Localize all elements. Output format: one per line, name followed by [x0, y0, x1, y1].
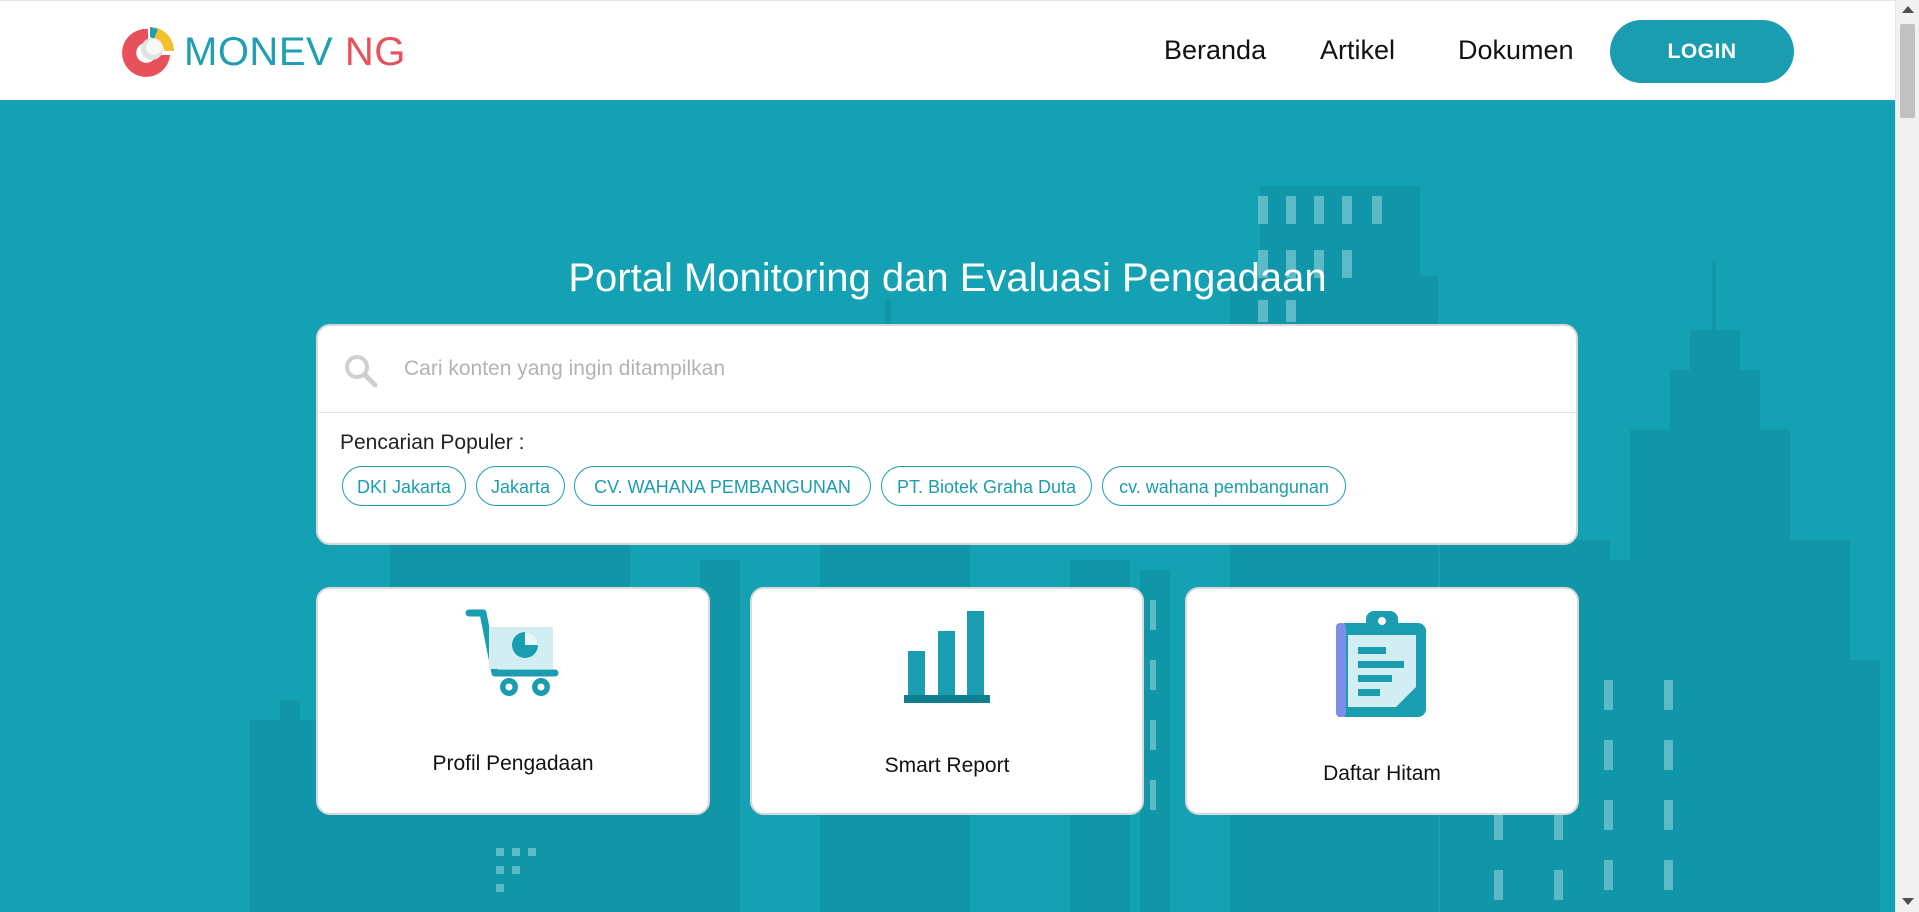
card-daftar-hitam[interactable]: Daftar Hitam [1185, 587, 1579, 815]
tag-cv-wahana-pembangunan-lower[interactable]: cv. wahana pembangunan [1102, 466, 1346, 506]
card-profil-pengadaan[interactable]: Profil Pengadaan [316, 587, 710, 815]
top-navbar: MONEV NG Beranda Artikel Dokumen LOGIN [0, 0, 1895, 101]
search-input[interactable] [402, 346, 1546, 392]
vertical-scrollbar[interactable] [1895, 0, 1919, 912]
clipboard-icon [1336, 611, 1426, 717]
search-icon [345, 355, 378, 388]
card-label-profil-pengadaan: Profil Pengadaan [432, 752, 594, 775]
scroll-down-arrow-icon[interactable] [1902, 898, 1914, 905]
card-smart-report[interactable]: Smart Report [750, 587, 1144, 815]
hero-section: Portal Monitoring dan Evaluasi Pengadaan… [0, 100, 1895, 912]
logo-icon [122, 27, 174, 77]
popular-search-label: Pencarian Populer : [340, 431, 525, 454]
nav-beranda[interactable]: Beranda [1164, 35, 1266, 66]
tag-cv-wahana-pembangunan[interactable]: CV. WAHANA PEMBANGUNAN [574, 466, 871, 506]
nav-artikel[interactable]: Artikel [1320, 35, 1395, 66]
card-label-smart-report: Smart Report [884, 754, 1010, 777]
search-panel: Pencarian Populer : DKI Jakarta Jakarta … [316, 324, 1578, 545]
logo-text-ng: NG [344, 29, 406, 74]
card-label-daftar-hitam: Daftar Hitam [1323, 762, 1441, 785]
logo[interactable]: MONEV NG [120, 25, 406, 79]
logo-text-monev: MONEV [184, 29, 334, 74]
scrollbar-thumb[interactable] [1900, 24, 1915, 118]
login-button[interactable]: LOGIN [1610, 20, 1794, 83]
search-bar [318, 326, 1576, 413]
nav-dokumen[interactable]: Dokumen [1458, 35, 1574, 66]
bar-chart-icon [904, 611, 990, 703]
page-title: Portal Monitoring dan Evaluasi Pengadaan [568, 256, 1327, 300]
shopping-cart-icon [465, 609, 559, 696]
tag-pt-biotek-graha-duta[interactable]: PT. Biotek Graha Duta [881, 466, 1092, 506]
tag-dki-jakarta[interactable]: DKI Jakarta [342, 466, 466, 506]
scroll-up-arrow-icon[interactable] [1902, 6, 1914, 13]
tag-jakarta[interactable]: Jakarta [476, 466, 565, 506]
logo-text: MONEV NG [184, 30, 406, 75]
